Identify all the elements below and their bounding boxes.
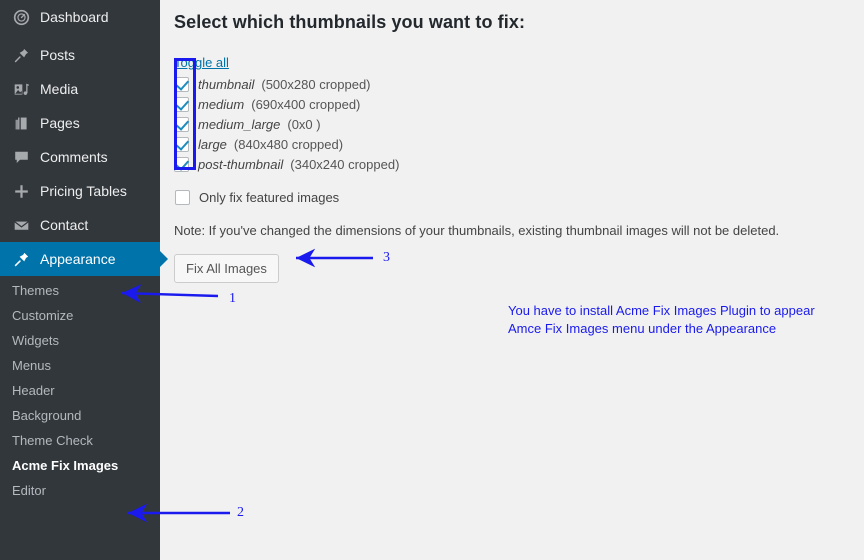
sidebar-item-label: Pricing Tables [40,183,127,199]
toggle-all-link[interactable]: Toggle all [174,55,229,70]
sidebar-item-dashboard[interactable]: Dashboard [0,0,160,34]
list-item[interactable]: medium_large (0x0 ) [174,114,864,134]
page-title: Select which thumbnails you want to fix: [174,12,526,32]
submenu-label: Customize [12,308,74,323]
sidebar-item-header[interactable]: Header [0,378,160,403]
fix-all-images-button[interactable]: Fix All Images [174,254,279,283]
sidebar-item-label: Contact [40,217,89,233]
dashboard-icon [11,7,31,27]
appearance-submenu: Themes Customize Widgets Menus Header Ba… [0,276,160,503]
annotation-note: You have to install Acme Fix Images Plug… [508,302,864,338]
sidebar-item-contact[interactable]: Contact [0,208,160,242]
size-dimensions: (840x480 cropped) [233,136,344,152]
size-name: thumbnail [198,76,255,92]
comments-icon [11,147,31,167]
pin-icon [11,45,31,65]
size-dimensions: (0x0 ) [287,116,321,132]
checkbox-medium-large[interactable] [174,116,189,132]
paintbrush-icon [11,249,31,269]
size-dimensions: (690x400 cropped) [251,96,361,112]
size-dimensions: (500x280 cropped) [261,76,371,92]
sidebar-item-editor[interactable]: Editor [0,478,160,503]
media-icon [11,79,31,99]
submenu-label: Theme Check [12,433,93,448]
annotation-number-2: 2 [237,505,244,520]
sidebar-item-background[interactable]: Background [0,403,160,428]
list-item[interactable]: post-thumbnail (340x240 cropped) [174,154,864,174]
sidebar-item-pages[interactable]: Pages [0,106,160,140]
annotation-note-line-2: Amce Fix Images menu under the Appearanc… [508,321,777,336]
submenu-label: Header [12,383,55,398]
size-name: large [198,136,227,152]
size-name: medium_large [198,116,281,132]
sidebar-item-customize[interactable]: Customize [0,303,160,328]
envelope-icon [11,215,31,235]
sidebar-item-label: Appearance [40,251,116,267]
sidebar-item-themes[interactable]: Themes [0,278,160,303]
sidebar-item-comments[interactable]: Comments [0,140,160,174]
checkbox-only-featured[interactable] [175,189,190,205]
main-content: Select which thumbnails you want to fix:… [160,0,864,560]
annotation-number-3: 3 [383,250,390,265]
checkbox-large[interactable] [174,136,189,152]
submenu-label: Editor [12,483,46,498]
annotation-number-1: 1 [229,291,236,306]
sidebar-item-acme-fix-images[interactable]: Acme Fix Images [0,453,160,478]
admin-sidebar: Dashboard Posts Media Pages Comments Pri… [0,0,168,560]
checkbox-post-thumbnail[interactable] [174,156,189,172]
sidebar-item-widgets[interactable]: Widgets [0,328,160,353]
featured-images-label: Only fix featured images [199,189,340,205]
note-text: Note: If you've changed the dimensions o… [174,223,780,238]
sidebar-item-menus[interactable]: Menus [0,353,160,378]
annotation-note-line-1: You have to install Acme Fix Images Plug… [508,303,815,318]
sidebar-item-label: Media [40,81,79,97]
sidebar-item-posts[interactable]: Posts [0,38,160,72]
submenu-label: Themes [12,283,59,298]
size-dimensions: (340x240 cropped) [290,156,400,172]
size-name: post-thumbnail [198,156,284,172]
submenu-label: Acme Fix Images [12,458,119,473]
featured-images-row[interactable]: Only fix featured images [175,187,864,207]
plus-icon [11,181,31,201]
sidebar-item-label: Comments [40,149,108,165]
pages-icon [11,113,31,133]
list-item[interactable]: thumbnail (500x280 cropped) [174,74,864,94]
sidebar-item-label: Posts [40,47,76,63]
list-item[interactable]: large (840x480 cropped) [174,134,864,154]
submenu-label: Menus [12,358,52,373]
sidebar-item-theme-check[interactable]: Theme Check [0,428,160,453]
size-name: medium [198,96,245,112]
sidebar-item-label: Dashboard [40,9,109,25]
sidebar-item-label: Pages [40,115,80,131]
checkbox-thumbnail[interactable] [174,76,189,92]
sidebar-item-media[interactable]: Media [0,72,160,106]
list-item[interactable]: medium (690x400 cropped) [174,94,864,114]
sidebar-item-appearance[interactable]: Appearance [0,242,168,276]
screen-root: Dashboard Posts Media Pages Comments Pri… [0,0,864,560]
sidebar-item-pricing-tables[interactable]: Pricing Tables [0,174,160,208]
checkbox-medium[interactable] [174,96,189,112]
submenu-label: Widgets [12,333,59,348]
submenu-label: Background [12,408,82,423]
thumbnail-size-list: thumbnail (500x280 cropped) medium (690x… [174,74,864,174]
